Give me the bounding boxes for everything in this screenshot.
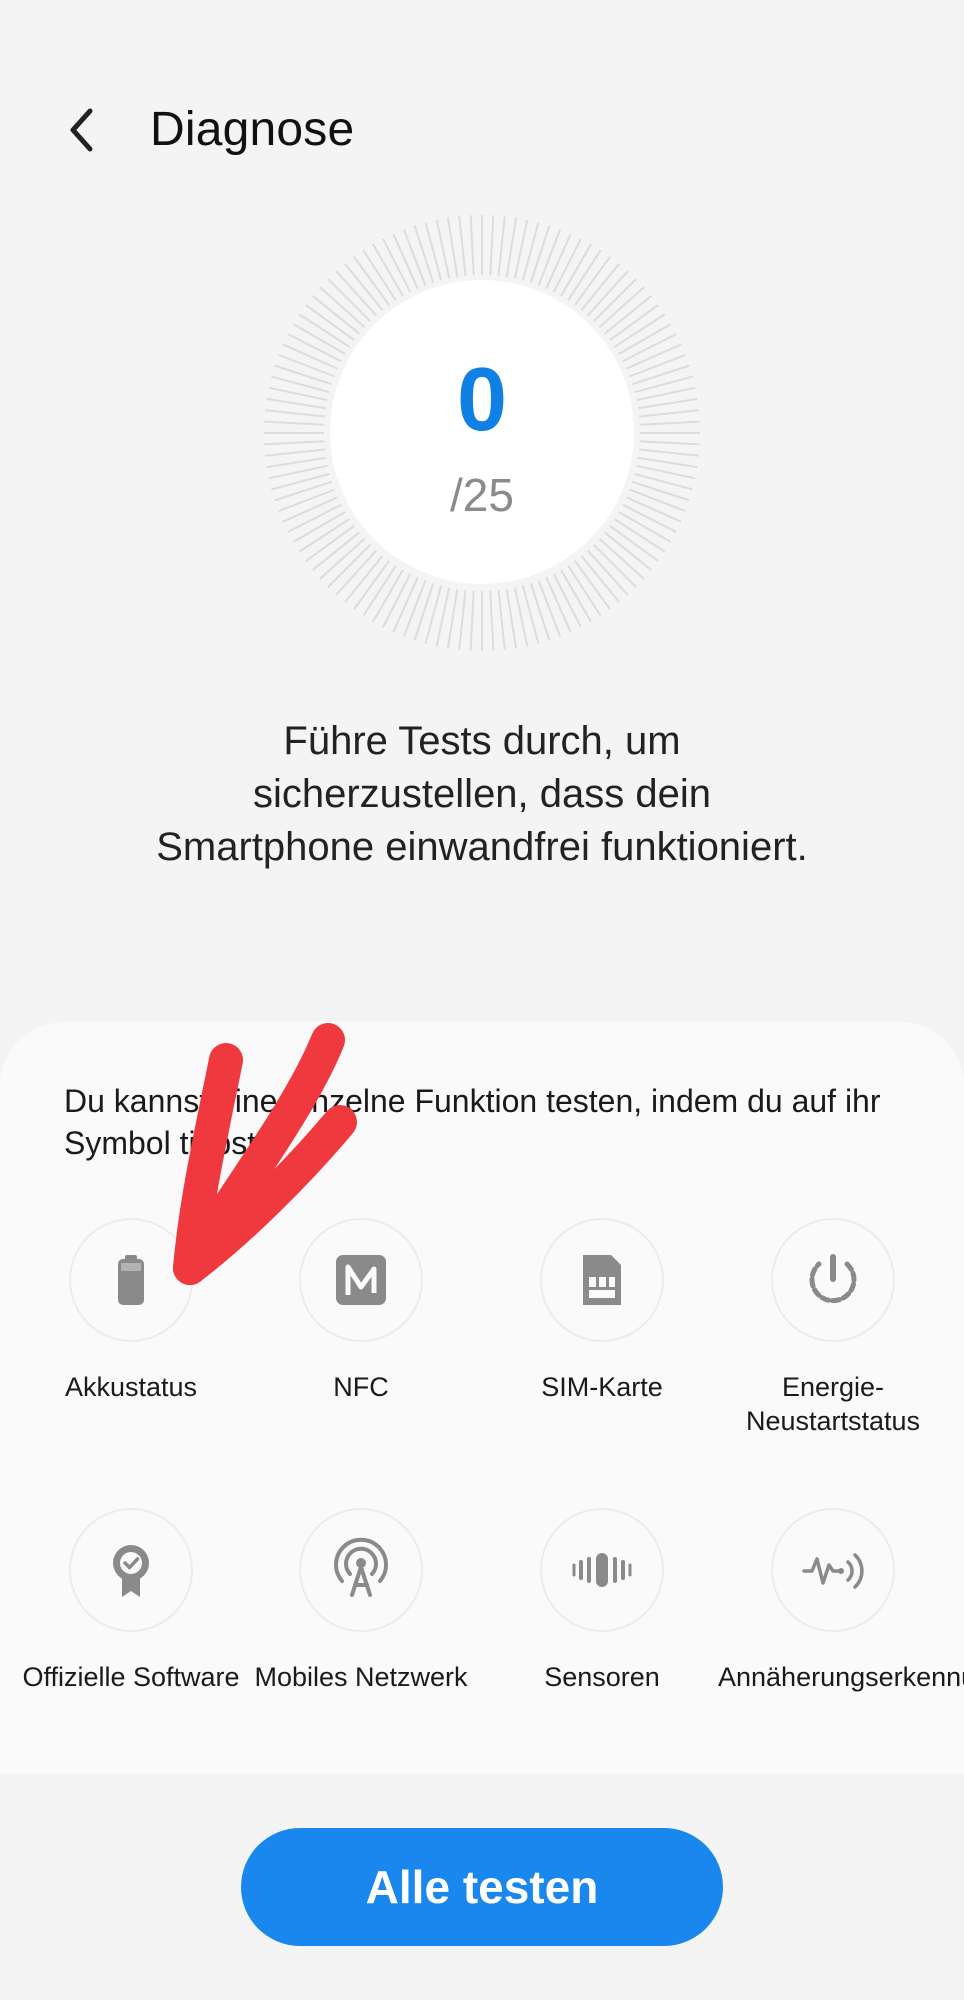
test-label: Annäherungserkennung	[718, 1662, 964, 1692]
test-all-button[interactable]: Alle testen	[241, 1828, 723, 1946]
gauge-tick	[446, 217, 459, 278]
gauge-tick	[265, 409, 325, 418]
intro-text: Führe Tests durch, um sicherzustellen, d…	[156, 719, 808, 869]
gauge-tick	[402, 229, 427, 286]
gauge-tick	[537, 580, 562, 637]
sim-card-icon	[583, 1255, 621, 1305]
gauge-tick	[265, 448, 325, 457]
chevron-left-icon	[70, 108, 93, 152]
nfc-icon	[336, 1255, 386, 1305]
gauge-tick	[497, 590, 506, 650]
gauge-tick	[469, 215, 475, 276]
gauge-tick	[545, 576, 572, 633]
gauge-tick	[631, 364, 690, 386]
test-label: Akkustatus	[64, 1372, 198, 1402]
gauge-tick	[274, 364, 333, 386]
gauge-tick	[264, 440, 325, 446]
gauge-tick	[489, 590, 495, 651]
score-value: 0	[456, 350, 508, 450]
gauge-tick	[402, 580, 427, 637]
test-item-software[interactable]: Offizielle Software	[16, 1508, 246, 1694]
gauge-tick	[392, 233, 419, 290]
gauge-tick	[545, 233, 572, 290]
gauge-tick	[413, 225, 435, 284]
gauge-tick	[264, 420, 325, 426]
gauge-tick	[625, 343, 682, 370]
gauge-tick	[639, 420, 700, 426]
gauge-tick	[497, 216, 506, 276]
proximity-icon	[802, 1553, 864, 1589]
gauge-tick	[639, 409, 699, 418]
test-label: Energie-Neustartstatus	[745, 1372, 921, 1436]
test-label: NFC	[333, 1372, 389, 1402]
test-item-sim[interactable]: SIM-Karte	[487, 1218, 717, 1404]
gauge-tick	[266, 397, 327, 410]
test-item-sensors[interactable]: Sensoren	[487, 1508, 717, 1694]
gauge-tick	[458, 590, 467, 650]
gauge-tick	[266, 456, 327, 469]
panel-hint: Du kannst eine einzelne Funktion testen,…	[64, 1083, 881, 1161]
gauge-tick	[625, 496, 682, 523]
gauge-tick	[629, 353, 686, 378]
test-item-restart[interactable]: Energie-Neustartstatus	[718, 1218, 948, 1438]
gauge-tick	[639, 440, 700, 446]
gauge-tick	[505, 588, 518, 649]
gauge-tick	[631, 480, 690, 502]
gauge-tick	[274, 480, 333, 502]
gauge-tick	[637, 456, 698, 469]
test-item-proximity[interactable]: Annäherungserkennung	[718, 1508, 964, 1694]
test-item-nfc[interactable]: NFC	[246, 1218, 476, 1404]
score-total: /25	[450, 469, 514, 521]
battery-icon	[118, 1255, 144, 1305]
gauge-tick	[537, 229, 562, 286]
gauge-tick	[458, 216, 467, 276]
test-label: Sensoren	[544, 1662, 660, 1692]
test-item-battery[interactable]: Akkustatus	[16, 1218, 246, 1404]
gauge-tick	[392, 576, 419, 633]
gauge-tick	[413, 582, 435, 641]
gauge-tick	[446, 588, 459, 649]
gauge-tick	[469, 590, 475, 651]
vibration-sensor-icon	[572, 1553, 632, 1587]
gauge-tick	[529, 225, 551, 284]
cell-tower-icon	[334, 1537, 388, 1597]
certified-badge-icon	[113, 1545, 149, 1597]
gauge-tick	[639, 448, 699, 457]
gauge-tick	[529, 582, 551, 641]
test-label: SIM-Karte	[541, 1372, 663, 1402]
test-item-network[interactable]: Mobiles Netzwerk	[246, 1508, 476, 1694]
gauge-tick	[489, 215, 495, 276]
gauge-tick	[629, 488, 686, 513]
restart-icon	[809, 1254, 857, 1304]
gauge-tick	[278, 488, 335, 513]
gauge-tick	[637, 397, 698, 410]
gauge-tick	[278, 353, 335, 378]
test-label: Offizielle Software	[22, 1662, 240, 1692]
back-button[interactable]	[60, 95, 110, 165]
test-label: Mobiles Netzwerk	[254, 1662, 468, 1692]
gauge-tick	[505, 217, 518, 278]
page-title: Diagnose	[150, 103, 355, 156]
